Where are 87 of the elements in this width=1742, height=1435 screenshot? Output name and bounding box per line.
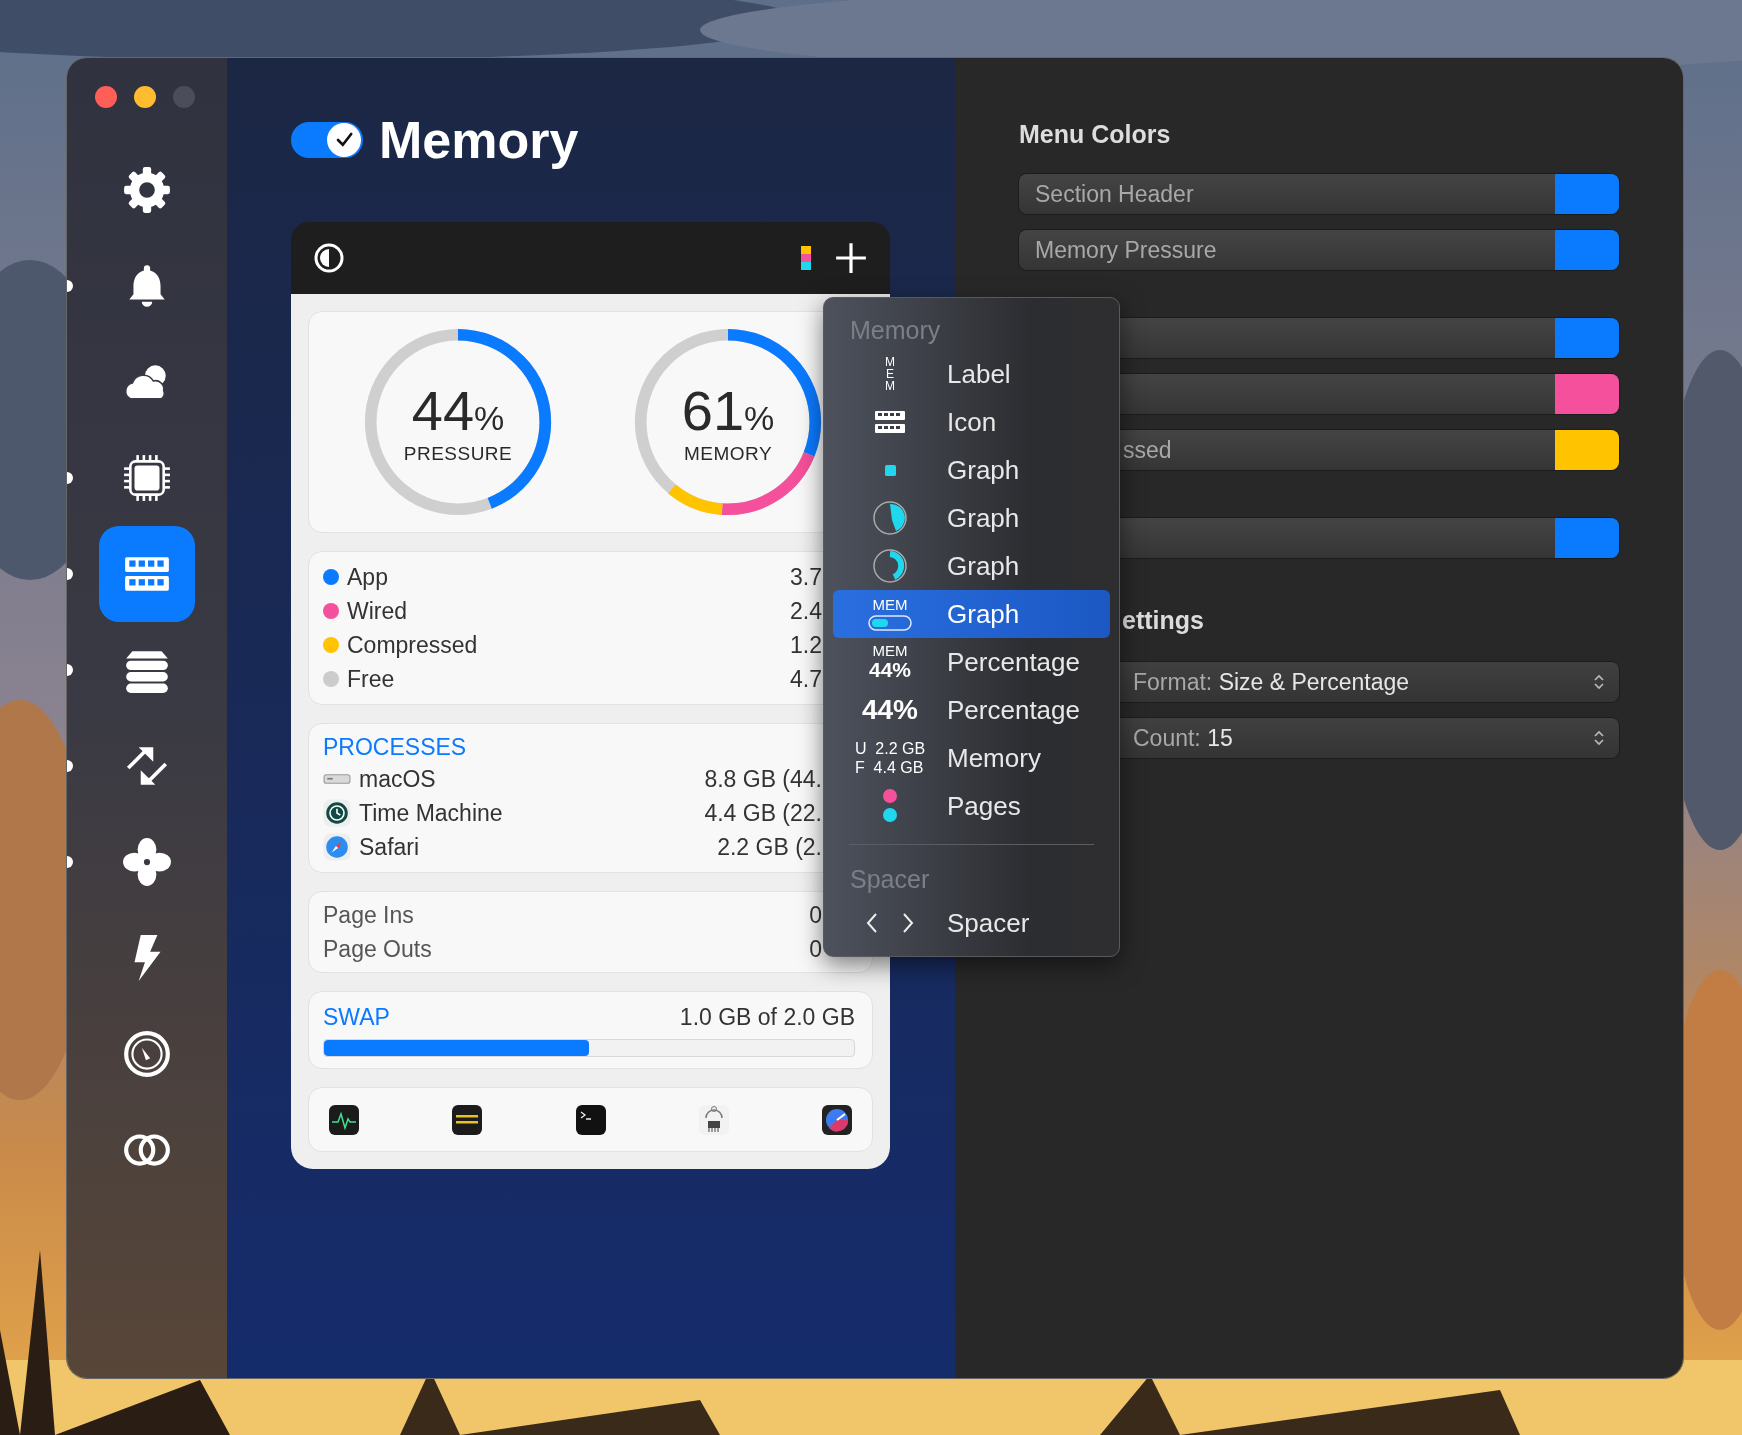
- process-memory: 8.8 GB (44.: [704, 765, 822, 793]
- preview-text: F 4.4 GB: [854, 758, 925, 778]
- color-row[interactable]: Memory Pressure: [1019, 230, 1619, 270]
- preview-text: MEM: [884, 356, 896, 392]
- bar-icon: [868, 614, 912, 631]
- legend-label: Wired: [347, 597, 409, 625]
- section-title: PROCESSES: [323, 733, 468, 762]
- updown-icon: [1593, 729, 1605, 747]
- menu-item[interactable]: Pages: [833, 782, 1110, 830]
- contrast-icon: [313, 242, 345, 274]
- chip-icon: [697, 1103, 730, 1136]
- process-memory: 2.2 GB (2.: [717, 833, 822, 861]
- menu-item[interactable]: Spacer: [833, 899, 1110, 947]
- gauge-icon: [122, 1029, 172, 1079]
- gauge-value: 44%: [411, 383, 505, 439]
- legend-value: 2.4: [790, 597, 822, 625]
- stat-label: Page Outs: [323, 935, 433, 963]
- menu-section-title: Memory: [849, 315, 942, 346]
- process-name: Safari: [359, 833, 421, 861]
- square-icon: [884, 464, 896, 476]
- color-swatch[interactable]: [1555, 430, 1619, 470]
- appearance-button[interactable]: [313, 242, 345, 274]
- color-label: Section Header: [1035, 180, 1195, 208]
- app-button[interactable]: [574, 1103, 607, 1136]
- process-memory: 4.4 GB (22.: [704, 799, 822, 827]
- sidebar-item[interactable]: [99, 526, 195, 622]
- menu-item[interactable]: MEM Label: [833, 350, 1110, 398]
- menu-item[interactable]: MEM Graph: [833, 590, 1110, 638]
- speedometer-icon: [821, 1103, 853, 1136]
- legend-value: 1.2: [790, 631, 822, 659]
- color-label: ssed: [1123, 436, 1173, 464]
- color-swatch[interactable]: [1555, 318, 1619, 358]
- process-name: macOS: [359, 765, 437, 793]
- section-heading: ettings: [1121, 606, 1205, 636]
- legend-value: 4.7: [790, 665, 822, 693]
- swap-reading: 1.0 GB of 2.0 GB: [679, 1003, 855, 1031]
- menu-item[interactable]: Graph: [833, 494, 1110, 542]
- color-swatch[interactable]: [1555, 174, 1619, 214]
- preview-text: MEM 44%: [869, 643, 911, 681]
- color-stack-icon: [800, 245, 812, 271]
- toggle-switch[interactable]: [291, 122, 363, 158]
- gauge-caption: PRESSURE: [403, 443, 513, 465]
- gauge-caption: MEMORY: [683, 443, 773, 465]
- heartbeat-icon: [328, 1103, 360, 1136]
- minimize-button[interactable]: [134, 86, 156, 108]
- page-title: Memory: [379, 110, 579, 170]
- legend-label: Free: [347, 665, 396, 693]
- pie-chart-icon: [872, 500, 908, 536]
- color-swatch[interactable]: [1555, 230, 1619, 270]
- preview-text: MEM: [872, 597, 908, 613]
- stat-label: Page Ins: [323, 901, 415, 929]
- colors-button[interactable]: [800, 245, 812, 271]
- process-name: Time Machine: [359, 799, 504, 827]
- app-button[interactable]: [697, 1103, 730, 1136]
- section-heading: Menu Colors: [1019, 120, 1172, 150]
- menu-section-title: Spacer: [849, 864, 931, 895]
- gear-icon: [122, 165, 172, 215]
- chip-icon: [122, 453, 172, 503]
- color-label: Memory Pressure: [1035, 236, 1218, 264]
- memory-icon: [874, 409, 906, 435]
- color-swatch[interactable]: [1555, 374, 1619, 414]
- dots-icon: [882, 788, 898, 824]
- app-button[interactable]: [821, 1103, 853, 1136]
- section-title: SWAP: [323, 1003, 390, 1032]
- color-swatch[interactable]: [1555, 518, 1619, 558]
- color-row[interactable]: Section Header: [1019, 174, 1619, 214]
- terminal-icon: [574, 1103, 607, 1136]
- updown-icon: [1593, 673, 1605, 691]
- clock-icon: [323, 799, 351, 827]
- legend-label: App: [347, 563, 389, 591]
- legend-value: 3.7: [790, 563, 822, 591]
- close-button[interactable]: [95, 86, 117, 108]
- log-icon: [451, 1103, 484, 1136]
- stat-value: 0: [809, 935, 822, 963]
- stat-value: 0: [809, 901, 822, 929]
- app-button[interactable]: [451, 1103, 484, 1136]
- add-button[interactable]: [834, 241, 868, 275]
- preview-text: U 2.2 GB: [854, 738, 926, 758]
- compass-icon: [323, 833, 351, 861]
- app-button[interactable]: [328, 1103, 360, 1136]
- gauge-value: 61%: [681, 383, 775, 439]
- legend-label: Compressed: [347, 631, 479, 659]
- plus-icon: [834, 241, 868, 275]
- menu-item[interactable]: Graph: [833, 542, 1110, 590]
- ring-chart-icon: [872, 548, 908, 584]
- fan-icon: [122, 837, 172, 887]
- preview-text: 44%: [861, 694, 918, 726]
